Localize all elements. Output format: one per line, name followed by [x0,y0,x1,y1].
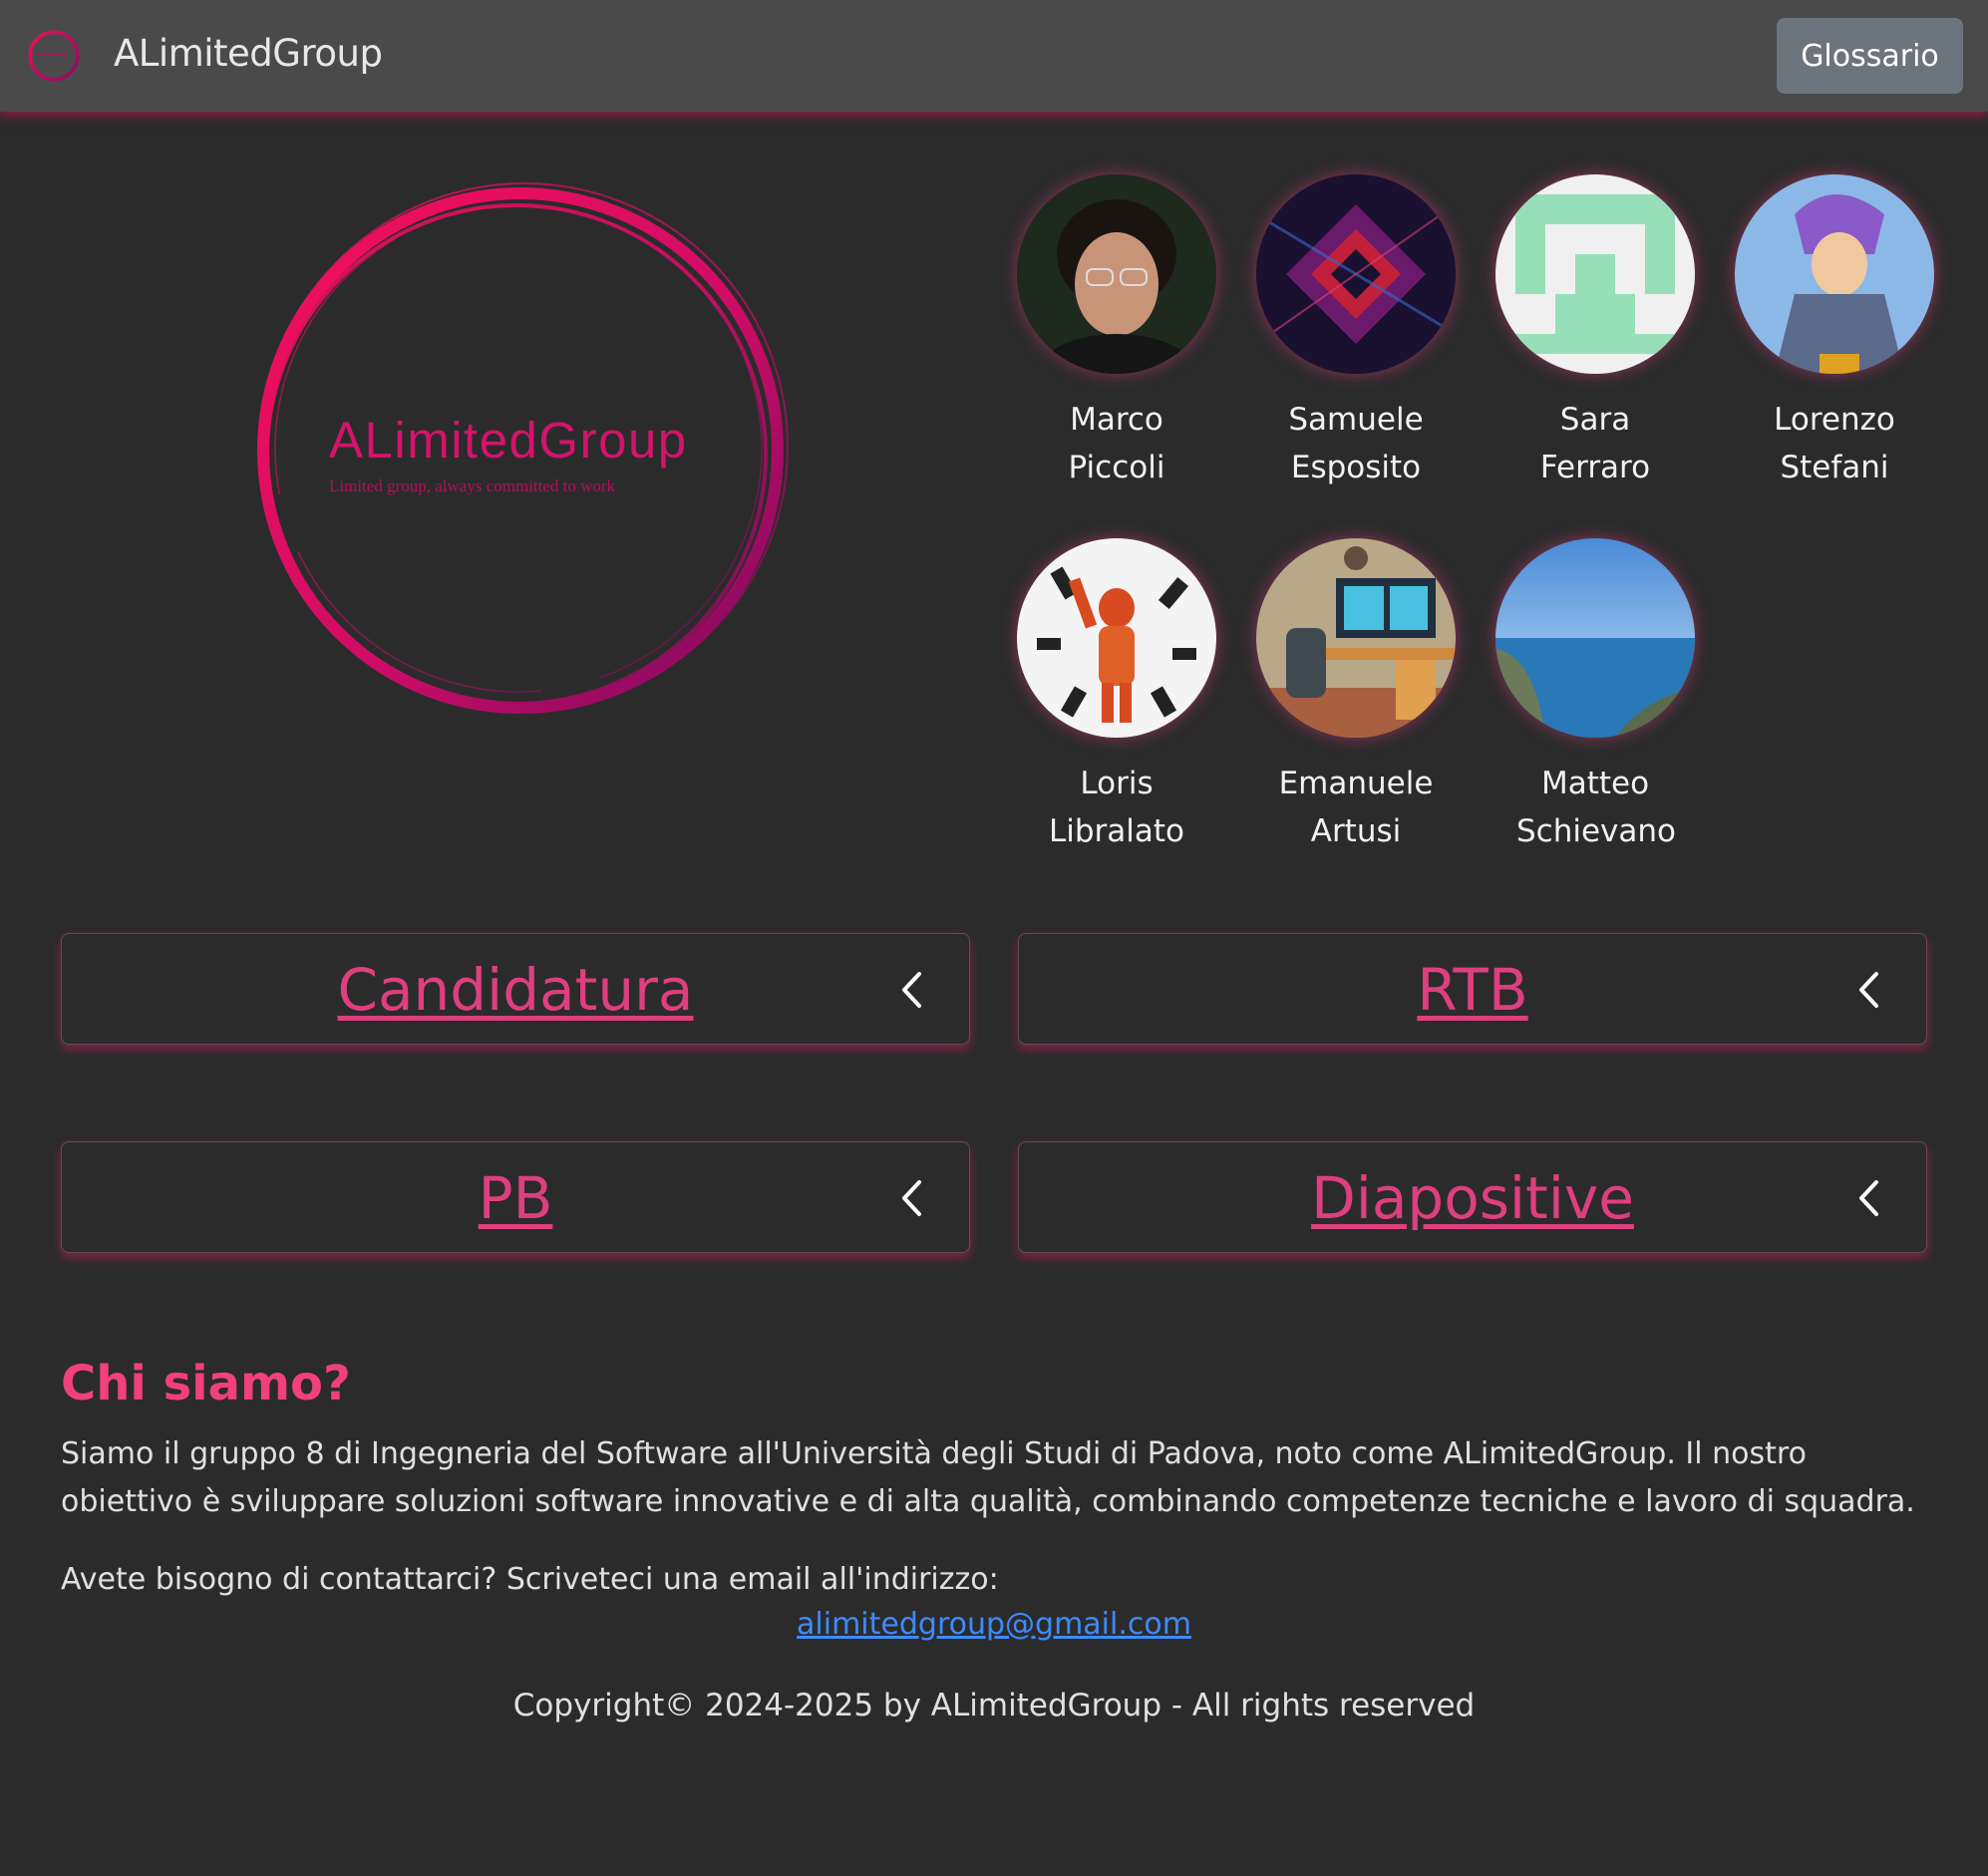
email-link: alimitedgroup@gmail.com [0,1607,1988,1642]
card-link-candidatura[interactable]: Candidatura [62,956,969,1024]
coastline-photo-icon [1495,538,1695,738]
avatar [1017,174,1216,374]
member-name: Matteo Schievano [1516,766,1677,849]
desk-setup-icon [1256,538,1456,738]
team-member[interactable]: Samuele Esposito [1241,174,1471,491]
navbar: ALimitedGroup Glossario [0,0,1988,112]
astronaut-art-icon [1017,538,1216,738]
team-member[interactable]: Matteo Schievano [1481,538,1710,855]
abstract-art-icon [1256,174,1456,374]
card-pb[interactable]: PB [61,1141,970,1253]
member-name: Emanuele Artusi [1278,766,1434,849]
avatar [1735,174,1934,374]
logo-text: ALimitedGroup [329,412,688,469]
card-diapositive[interactable]: Diapositive [1018,1141,1927,1253]
chevron-left-icon[interactable] [1856,1178,1882,1218]
avatar [1256,174,1456,374]
team-member[interactable]: Sara Ferraro [1481,174,1710,491]
card-link-pb[interactable]: PB [62,1164,969,1232]
glossary-button[interactable]: Glossario [1777,18,1963,94]
avatar [1495,174,1695,374]
member-name: Sara Ferraro [1539,402,1651,485]
identicon-icon [1495,174,1695,374]
member-name: Samuele Esposito [1288,402,1424,485]
about-text: Siamo il gruppo 8 di Ingegneria del Soft… [61,1436,1915,1519]
email-address[interactable]: alimitedgroup@gmail.com [797,1607,1191,1642]
member-name: Lorenzo Stefani [1774,402,1895,485]
copyright: Copyright© 2024-2025 by ALimitedGroup - … [512,1688,1476,1723]
navbar-title[interactable]: ALimitedGroup [114,32,383,75]
avatar [1256,538,1456,738]
about-heading: Chi siamo? [61,1356,351,1411]
member-name: Marco Piccoli [1068,402,1165,485]
anime-character-icon [1735,174,1934,374]
team-member[interactable]: Lorenzo Stefani [1720,174,1949,491]
portrait-photo-icon [1017,174,1216,374]
chevron-left-icon[interactable] [1856,970,1882,1010]
card-candidatura[interactable]: Candidatura [61,933,970,1045]
card-link-diapositive[interactable]: Diapositive [1019,1164,1926,1232]
chevron-left-icon[interactable] [899,970,925,1010]
contact-text: Avete bisogno di contattarci? Scriveteci… [61,1562,999,1597]
card-rtb[interactable]: RTB [1018,933,1927,1045]
brand-logo-icon[interactable] [26,28,82,84]
team-member[interactable]: Emanuele Artusi [1241,538,1471,855]
member-name: Loris Libralato [1048,766,1185,849]
team-member[interactable]: Loris Libralato [1002,538,1231,855]
card-link-rtb[interactable]: RTB [1019,956,1926,1024]
team-member[interactable]: Marco Piccoli [1002,174,1231,491]
logo-tagline: Limited group, always committed to work [329,476,616,495]
avatar [1495,538,1695,738]
group-logo: ALimitedGroup Limited group, always comm… [239,179,798,738]
avatar [1017,538,1216,738]
chevron-left-icon[interactable] [899,1178,925,1218]
